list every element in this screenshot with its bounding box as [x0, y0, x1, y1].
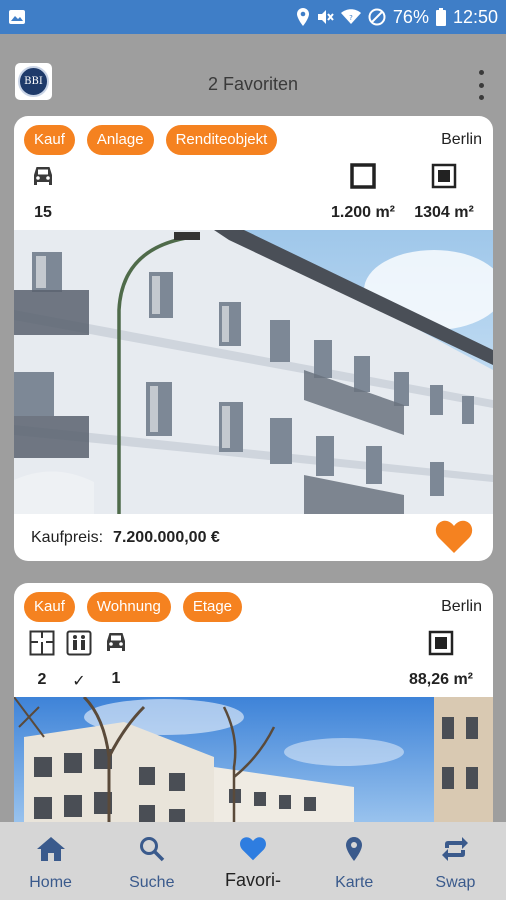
rooms-stat: 2 — [28, 630, 56, 689]
plot-square-icon — [431, 163, 457, 194]
heart-icon — [239, 836, 267, 866]
bottom-navigation: Home Suche Favori- Karte Swap — [0, 822, 506, 900]
page-title: 2 Favoriten — [207, 74, 299, 94]
tag-badge: Kauf — [24, 592, 75, 622]
map-pin-icon — [345, 836, 363, 867]
car-icon — [30, 164, 56, 193]
nav-item-swap[interactable]: Swap — [405, 822, 506, 900]
city-label: Berlin — [441, 131, 482, 148]
parking-value: 1 — [111, 670, 121, 687]
search-icon — [139, 836, 165, 867]
nav-label: Favori- — [225, 870, 282, 890]
parking-stat: 1 — [102, 630, 130, 688]
city-label: Berlin — [441, 598, 482, 615]
overflow-menu-icon[interactable] — [476, 70, 486, 100]
plot-area-value: 1304 m² — [414, 204, 474, 221]
nav-label: Home — [29, 874, 72, 891]
mute-icon — [316, 8, 334, 26]
clock: 12:50 — [452, 6, 498, 27]
nav-item-map[interactable]: Karte — [304, 822, 405, 900]
listing-card[interactable]: Kauf Wohnung Etage Berlin 2 ✓ 1 88,26 m² — [14, 583, 493, 843]
home-icon — [36, 836, 66, 867]
battery-icon — [435, 8, 446, 26]
tag-badge: Renditeobjekt — [165, 125, 278, 155]
do-not-disturb-icon — [368, 8, 386, 26]
car-icon — [103, 630, 129, 659]
area-square-icon — [428, 630, 454, 661]
property-photo[interactable] — [14, 230, 493, 514]
favorite-heart-icon[interactable] — [435, 519, 473, 559]
gallery-notification-icon — [8, 9, 26, 25]
parking-value: 15 — [34, 204, 52, 221]
price-row: Kaufpreis: 7.200.000,00 € — [14, 514, 493, 561]
tag-badge: Wohnung — [86, 592, 171, 622]
nav-item-home[interactable]: Home — [0, 822, 101, 900]
price-label: Kaufpreis: — [31, 528, 104, 546]
area-value: 88,26 m² — [408, 671, 474, 688]
nav-label: Swap — [435, 874, 476, 891]
tag-list: Kauf Anlage Renditeobjekt — [24, 125, 278, 155]
tag-badge: Etage — [182, 592, 243, 622]
price-value: 7.200.000,00 € — [113, 528, 220, 546]
elevator-value: ✓ — [72, 673, 86, 690]
living-area-stat: 1.200 m² — [325, 163, 401, 222]
area-stat: 88,26 m² — [402, 630, 480, 689]
app-bar: BBI 2 Favoriten — [0, 34, 506, 116]
plot-area-stat: 1304 m² — [408, 163, 480, 222]
nav-item-favorites[interactable]: Favori- — [202, 822, 303, 900]
listing-card[interactable]: Kauf Anlage Renditeobjekt Berlin 15 1.20… — [14, 116, 493, 561]
nav-item-search[interactable]: Suche — [101, 822, 202, 900]
elevator-stat: ✓ — [65, 630, 93, 691]
elevator-icon — [66, 630, 92, 661]
floorplan-icon — [29, 630, 55, 661]
location-icon — [296, 8, 309, 26]
tag-list: Kauf Wohnung Etage — [24, 592, 243, 622]
wifi-icon: ? — [340, 9, 361, 25]
tag-badge: Anlage — [86, 125, 154, 155]
rooms-value: 2 — [37, 671, 47, 688]
living-area-value: 1.200 m² — [330, 204, 396, 221]
parking-stat: 15 — [28, 164, 58, 222]
nav-label: Suche — [129, 874, 175, 891]
tag-badge: Kauf — [24, 125, 75, 155]
area-square-icon — [350, 163, 376, 194]
battery-percent: 76% — [392, 6, 429, 27]
swap-icon — [440, 836, 470, 867]
nav-label: Karte — [335, 874, 374, 891]
svg-text:?: ? — [349, 14, 353, 22]
status-bar: ? 76% 12:50 — [0, 0, 506, 34]
